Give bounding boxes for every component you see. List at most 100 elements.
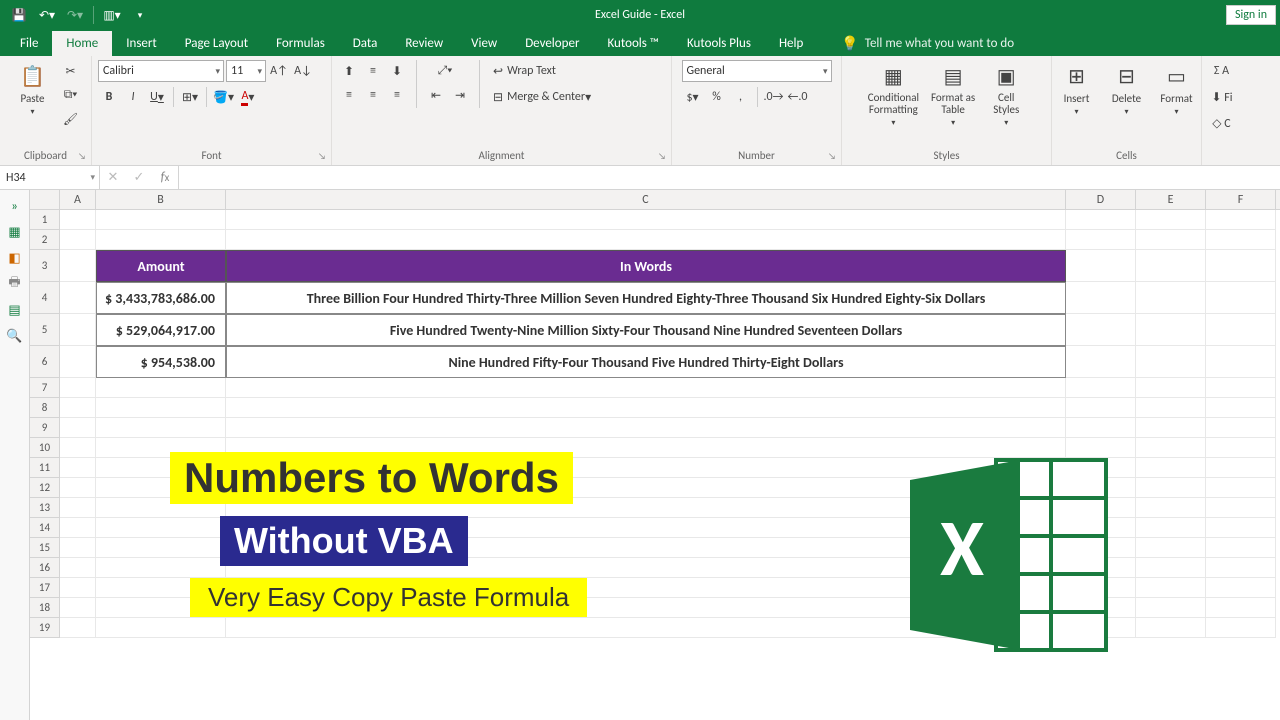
spreadsheet-grid[interactable]: A B C D E F 1 2 3 Amount In Words 4 $ 3,… [30, 190, 1280, 720]
col-header-d[interactable]: D [1066, 190, 1136, 209]
tab-data[interactable]: Data [339, 31, 392, 56]
align-left-button[interactable]: ≡ [338, 84, 360, 106]
tell-me-search[interactable]: 💡Tell me what you want to do [833, 31, 1022, 56]
tab-help[interactable]: Help [765, 31, 817, 56]
row-header[interactable]: 11 [30, 458, 60, 478]
tab-kutools-plus[interactable]: Kutools Plus [673, 31, 765, 56]
row-header[interactable]: 10 [30, 438, 60, 458]
fill-color-button[interactable]: 🪣▾ [212, 86, 235, 108]
paste-button[interactable]: 📋 Paste ▾ [10, 60, 56, 119]
format-painter-button[interactable]: 🖌 [60, 108, 82, 130]
select-all-corner[interactable] [30, 190, 60, 209]
pane-column-icon[interactable]: ▤ [6, 302, 24, 318]
col-header-f[interactable]: F [1206, 190, 1276, 209]
percent-button[interactable]: % [706, 86, 728, 108]
clear-button[interactable]: ◇ C [1210, 112, 1232, 134]
redo-button[interactable]: ↷▾ [62, 3, 88, 27]
tab-view[interactable]: View [457, 31, 511, 56]
decrease-font-button[interactable]: A↓ [292, 60, 314, 82]
row-header[interactable]: 16 [30, 558, 60, 578]
pane-autotext-icon[interactable]: ◧ [6, 250, 24, 266]
dialog-launcher-icon[interactable]: ↘ [826, 150, 838, 162]
dialog-launcher-icon[interactable]: ↘ [76, 150, 88, 162]
sign-in-button[interactable]: Sign in [1226, 5, 1276, 25]
delete-cells-button[interactable]: ⊟Delete▾ [1104, 60, 1150, 119]
row-header[interactable]: 4 [30, 282, 60, 314]
underline-button[interactable]: U▾ [146, 86, 168, 108]
tab-kutools[interactable]: Kutools ™ [593, 31, 673, 56]
align-top-button[interactable]: ⬆ [338, 60, 360, 82]
tab-page-layout[interactable]: Page Layout [171, 31, 262, 56]
align-bottom-button[interactable]: ⬇ [386, 60, 408, 82]
font-name-combo[interactable]: Calibri [98, 60, 224, 82]
insert-cells-button[interactable]: ⊞Insert▾ [1054, 60, 1100, 119]
increase-indent-button[interactable]: ⇥ [449, 84, 471, 106]
format-as-table-button[interactable]: ▤Format as Table▾ [927, 60, 979, 130]
col-header-e[interactable]: E [1136, 190, 1206, 209]
tab-home[interactable]: Home [52, 31, 112, 56]
copy-button[interactable]: ⧉▾ [60, 84, 82, 106]
row-header[interactable]: 17 [30, 578, 60, 598]
row-header[interactable]: 5 [30, 314, 60, 346]
row-header[interactable]: 7 [30, 378, 60, 398]
row-header[interactable]: 8 [30, 398, 60, 418]
format-cells-button[interactable]: ▭Format▾ [1154, 60, 1200, 119]
align-right-button[interactable]: ≡ [386, 84, 408, 106]
row-header[interactable]: 13 [30, 498, 60, 518]
row-header[interactable]: 19 [30, 618, 60, 638]
decrease-indent-button[interactable]: ⇤ [425, 84, 447, 106]
dialog-launcher-icon[interactable]: ↘ [316, 150, 328, 162]
row-header[interactable]: 2 [30, 230, 60, 250]
row-header[interactable]: 14 [30, 518, 60, 538]
tab-formulas[interactable]: Formulas [262, 31, 339, 56]
name-box[interactable]: H34 [0, 166, 100, 189]
row-header[interactable]: 9 [30, 418, 60, 438]
align-middle-button[interactable]: ≡ [362, 60, 384, 82]
orientation-button[interactable]: ⤢▾ [425, 60, 465, 82]
conditional-formatting-button[interactable]: ▦Conditional Formatting▾ [864, 60, 923, 130]
border-button[interactable]: ⊞▾ [179, 86, 201, 108]
wrap-text-button[interactable]: ↩ Wrap Text [488, 60, 618, 82]
autosum-button[interactable]: Σ A [1210, 60, 1232, 82]
fill-button[interactable]: ⬇ Fi [1210, 86, 1233, 108]
col-header-c[interactable]: C [226, 190, 1066, 209]
align-center-button[interactable]: ≡ [362, 84, 384, 106]
increase-decimal-button[interactable]: .0→ [763, 86, 785, 108]
number-format-combo[interactable]: General [682, 60, 832, 82]
col-header-b[interactable]: B [96, 190, 226, 209]
enter-formula-button[interactable]: ✓ [126, 166, 152, 189]
font-size-combo[interactable]: 11 [226, 60, 266, 82]
tab-review[interactable]: Review [391, 31, 457, 56]
decrease-decimal-button[interactable]: ←.0 [787, 86, 809, 108]
qat-more-icon[interactable]: ▥▾ [99, 3, 125, 27]
row-header[interactable]: 6 [30, 346, 60, 378]
cell-words[interactable]: Three Billion Four Hundred Thirty-Three … [226, 282, 1066, 314]
cell-amount[interactable]: $ 3,433,783,686.00 [96, 282, 226, 314]
row-header[interactable]: 1 [30, 210, 60, 230]
pane-find-icon[interactable]: 🔍 [6, 328, 24, 344]
tab-insert[interactable]: Insert [112, 31, 171, 56]
row-header[interactable]: 18 [30, 598, 60, 618]
cancel-formula-button[interactable]: ✕ [100, 166, 126, 189]
merge-center-button[interactable]: ⊟ Merge & Center ▾ [488, 86, 618, 108]
pane-workbook-icon[interactable]: ▦ [6, 224, 24, 240]
pane-name-icon[interactable]: 🖶 [6, 276, 24, 292]
fx-button[interactable]: fx [152, 166, 178, 189]
cell-amount[interactable]: $ 954,538.00 [96, 346, 226, 378]
cell-words[interactable]: Nine Hundred Fifty-Four Thousand Five Hu… [226, 346, 1066, 378]
italic-button[interactable]: I [122, 86, 144, 108]
qat-customize-icon[interactable]: ▾ [127, 3, 153, 27]
dialog-launcher-icon[interactable]: ↘ [656, 150, 668, 162]
tab-developer[interactable]: Developer [511, 31, 593, 56]
row-header[interactable]: 15 [30, 538, 60, 558]
row-header[interactable]: 3 [30, 250, 60, 282]
cut-button[interactable]: ✂ [60, 60, 82, 82]
increase-font-button[interactable]: A↑ [268, 60, 290, 82]
cell-styles-button[interactable]: ▣Cell Styles▾ [983, 60, 1029, 130]
formula-bar[interactable] [179, 166, 1280, 189]
pane-expand-icon[interactable]: » [6, 198, 24, 214]
accounting-format-button[interactable]: $▾ [682, 86, 704, 108]
undo-button[interactable]: ↶▾ [34, 3, 60, 27]
comma-button[interactable]: , [730, 86, 752, 108]
tab-file[interactable]: File [6, 31, 52, 56]
